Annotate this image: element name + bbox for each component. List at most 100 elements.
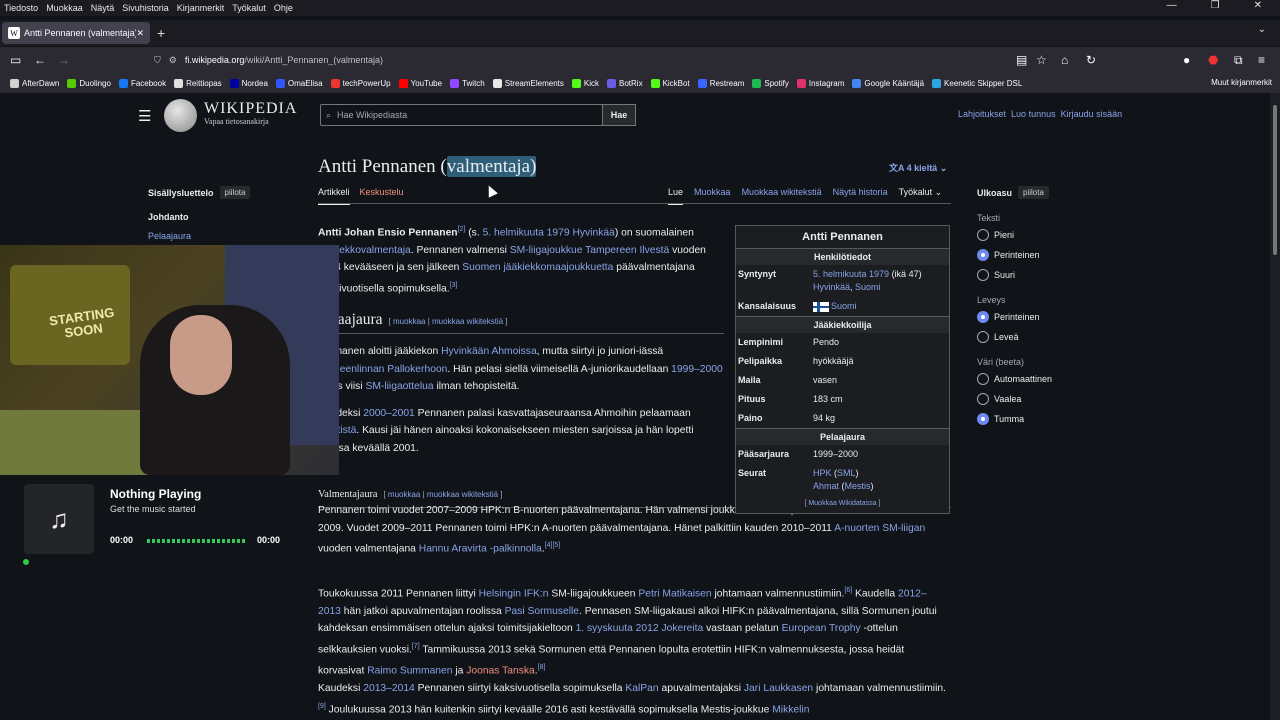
radio-option[interactable]: Tumma <box>977 413 1052 425</box>
bookmark-item[interactable]: Reittiopas <box>174 78 222 88</box>
bookmark-star-icon[interactable]: ☆ <box>1036 53 1047 67</box>
appearance-hide-button[interactable]: piilota <box>1018 186 1049 199</box>
wikipedia-wordmark[interactable]: WIKIPEDIA <box>204 100 297 118</box>
account-icon[interactable]: ● <box>1183 53 1190 67</box>
club-link[interactable]: Ahmat <box>813 481 839 491</box>
page-scrollbar[interactable] <box>1270 93 1280 720</box>
radio-option[interactable]: Perinteinen <box>977 249 1052 261</box>
radio-button[interactable] <box>977 413 989 425</box>
radio-option[interactable]: Leveä <box>977 331 1052 343</box>
bookmark-item[interactable]: KickBot <box>650 78 690 88</box>
minimize-icon[interactable]: — <box>1167 0 1177 11</box>
browser-tab[interactable]: W Antti Pennanen (valmentaja) – W ✕ <box>2 22 150 44</box>
radio-button[interactable] <box>977 249 989 261</box>
radio-option[interactable]: Suuri <box>977 269 1052 281</box>
toc-item-intro[interactable]: Johdanto <box>148 212 189 222</box>
back-icon[interactable]: ← <box>34 53 46 67</box>
extensions-icon[interactable]: ⧉ <box>1234 53 1243 68</box>
bookmark-item[interactable]: Duolingo <box>67 78 111 88</box>
infobox-label: Lempinimi <box>738 337 784 347</box>
bookmark-item[interactable]: YouTube <box>398 78 442 88</box>
bookmark-item[interactable]: Kick <box>571 78 599 88</box>
infobox-row: Paino 94 kg <box>736 409 949 428</box>
bookmark-label: Google Kääntäjä <box>864 78 925 88</box>
radio-option[interactable]: Pieni <box>977 229 1052 241</box>
language-button[interactable]: 文A 4 kieltä ⌄ <box>889 161 947 174</box>
search-button[interactable]: Hae <box>602 104 636 126</box>
menu-kirjanmerkit[interactable]: Kirjanmerkit <box>177 3 225 13</box>
new-tab-icon[interactable]: + <box>157 25 165 41</box>
infobox-value: 1999–2000 <box>813 449 859 459</box>
born-place-link[interactable]: Hyvinkää <box>813 282 850 292</box>
bookmark-item[interactable]: AfterDawn <box>10 78 59 88</box>
login-link[interactable]: Kirjaudu sisään <box>1061 109 1123 119</box>
radio-button[interactable] <box>977 229 989 241</box>
infobox-value: vasen <box>813 375 838 385</box>
wikipedia-globe-logo[interactable] <box>164 99 197 132</box>
reload-icon[interactable]: ↻ <box>1086 53 1096 67</box>
scrollbar-thumb[interactable] <box>1273 105 1277 255</box>
forward-icon[interactable]: → <box>58 53 70 67</box>
radio-option[interactable]: Perinteinen <box>977 311 1052 323</box>
bookmark-item[interactable]: BotRix <box>607 78 643 88</box>
restore-icon[interactable]: ❐ <box>1211 0 1220 11</box>
radio-button[interactable] <box>977 393 989 405</box>
nationality-link[interactable]: Suomi <box>831 301 857 311</box>
search-input[interactable]: ⌕ Hae Wikipediasta <box>320 104 603 126</box>
bookmark-label: StreamElements <box>504 78 564 88</box>
menu-tyokalut[interactable]: Työkalut <box>232 3 266 13</box>
bookmark-item[interactable]: Facebook <box>118 78 167 88</box>
radio-button[interactable] <box>977 331 989 343</box>
menu-muokkaa[interactable]: Muokkaa <box>46 3 83 13</box>
league-link[interactable]: SML <box>837 468 856 478</box>
shield-icon[interactable]: ⛉ <box>154 55 161 66</box>
donate-link[interactable]: Lahjoitukset <box>958 109 1006 119</box>
permissions-icon[interactable]: ⚙ <box>169 55 177 66</box>
menu-sivuhistoria[interactable]: Sivuhistoria <box>122 3 169 13</box>
list-tabs-icon[interactable]: ⌄ <box>1258 24 1266 35</box>
bookmark-label: Facebook <box>130 78 167 88</box>
close-window-icon[interactable]: ✕ <box>1254 0 1262 11</box>
create-account-link[interactable]: Luo tunnus <box>1011 109 1056 119</box>
sidebar-toggle-icon[interactable]: ▭ <box>10 53 21 67</box>
bookmark-item[interactable]: StreamElements <box>492 78 564 88</box>
webcam-overlay: STARTING SOON <box>0 245 339 475</box>
reader-view-icon[interactable]: ▤ <box>1016 53 1027 67</box>
menu-ohje[interactable]: Ohje <box>274 3 293 13</box>
status-dot <box>23 559 29 565</box>
other-bookmarks[interactable]: Muut kirjanmerkit <box>1211 78 1272 87</box>
pelaajaura-paragraph-1: Pennanen aloitti jääkiekon Hyvinkään Ahm… <box>318 346 723 393</box>
main-menu-icon[interactable]: ☰ <box>138 107 151 125</box>
radio-option[interactable]: Vaalea <box>977 393 1052 405</box>
edit-wikidata-link[interactable]: Muokkaa Wikidatassa <box>808 500 876 507</box>
tab-close-icon[interactable]: ✕ <box>136 28 144 39</box>
toc-hide-button[interactable]: piilota <box>219 186 251 199</box>
valmentajaura-paragraph-2: Toukokuussa 2011 Pennanen liittyi Helsin… <box>318 587 937 677</box>
bookmark-item[interactable]: techPowerUp <box>330 78 391 88</box>
menu-tiedosto[interactable]: Tiedosto <box>4 3 38 13</box>
bookmark-item[interactable]: Nordea <box>229 78 268 88</box>
bookmark-item[interactable]: Spotify <box>752 78 789 88</box>
bookmark-item[interactable]: Restream <box>697 78 744 88</box>
born-date-link[interactable]: 5. helmikuuta 1979 <box>813 269 889 279</box>
bookmark-item[interactable]: Instagram <box>796 78 844 88</box>
league-link[interactable]: Mestis <box>845 481 871 491</box>
ublock-icon[interactable]: ⬣ <box>1208 53 1218 67</box>
radio-option[interactable]: Automaattinen <box>977 373 1052 385</box>
menu-nayta[interactable]: Näytä <box>91 3 115 13</box>
radio-button[interactable] <box>977 311 989 323</box>
infobox-section-player: Jääkiekkoilija <box>736 316 949 333</box>
born-country-link[interactable]: Suomi <box>855 282 881 292</box>
bookmark-item[interactable]: Keenetic Skipper DSL <box>932 78 1022 88</box>
home-icon[interactable]: ⌂ <box>1061 53 1068 67</box>
radio-button[interactable] <box>977 269 989 281</box>
bookmark-item[interactable]: OmaElisa <box>275 78 323 88</box>
bookmark-item[interactable]: Google Kääntäjä <box>852 78 925 88</box>
radio-label: Suuri <box>994 270 1016 280</box>
toc-item-pelaajaura[interactable]: Pelaajaura <box>148 231 191 241</box>
radio-button[interactable] <box>977 373 989 385</box>
bookmark-item[interactable]: Twitch <box>450 78 485 88</box>
app-menu-icon[interactable]: ≡ <box>1258 53 1265 67</box>
url-bar[interactable]: ⛉ ⚙ fi.wikipedia.org/wiki/Antti_Pennanen… <box>154 49 1054 71</box>
club-link[interactable]: HPK <box>813 468 832 478</box>
